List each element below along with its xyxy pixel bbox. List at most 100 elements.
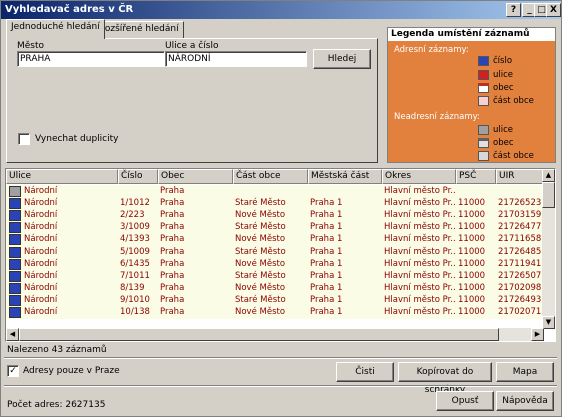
table-row[interactable]: Národní 10/138 Praha Nové Město Praha 1 Hlavn…: [6, 306, 544, 319]
table-row[interactable]: Národní 1/1012 Praha Staré Město Praha 1 Hlav…: [6, 197, 544, 211]
table-cell: Hlavní město Pr...: [384, 234, 456, 245]
copy-to-clipboard-button[interactable]: Kopírovat do schránky: [398, 362, 492, 395]
number-icon: [9, 307, 21, 318]
col-zip[interactable]: PSČ: [456, 169, 496, 184]
col-city-part[interactable]: Městská část: [308, 169, 382, 184]
map-button[interactable]: Mapa: [496, 362, 554, 382]
table-cell: Praha: [160, 186, 185, 196]
table-cell: 11000: [458, 258, 486, 269]
table-cell: Praha: [160, 234, 185, 245]
table-row[interactable]: Národní 7/1011 Praha Staré Město Praha 1 Hlav…: [6, 269, 544, 283]
table-row[interactable]: Národní 4/1393 Praha Nové Město Praha 1 Hlavn…: [6, 233, 544, 247]
number-icon: [9, 234, 21, 246]
table-cell: Praha: [160, 210, 185, 221]
table-cell: Národní: [24, 222, 58, 233]
table-row[interactable]: Národní 9/1010 Praha Staré Město Praha 1 Hlav…: [6, 293, 544, 307]
clear-button[interactable]: Čisti: [336, 362, 394, 382]
table-row[interactable]: Národní 3/1009 Praha Staré Město Praha 1 Hlav…: [6, 221, 544, 235]
table-cell: Praha 1: [310, 294, 343, 305]
table-cell: Praha 1: [310, 234, 343, 245]
number-icon: [9, 246, 21, 258]
tab-advanced-search[interactable]: Rozšířené hledání: [94, 21, 184, 38]
table-cell: Hlavní město Pr...: [384, 222, 456, 233]
number-icon: [478, 56, 489, 66]
table-cell: Nové Město: [235, 258, 286, 269]
results-table[interactable]: Ulice Číslo Obec Část obce Městská část …: [5, 168, 556, 342]
table-row[interactable]: Národní 5/1009 Praha Staré Město Praha 1 Hlav…: [6, 245, 544, 259]
table-cell: 5/1009: [120, 246, 150, 257]
table-cell: Praha: [160, 246, 185, 257]
street-input[interactable]: NÁRODNÍ: [165, 51, 307, 67]
table-cell: Národní: [24, 186, 58, 196]
search-button[interactable]: Hledej: [313, 49, 371, 69]
number-icon: [9, 198, 21, 210]
table-cell: 21726507: [498, 270, 542, 281]
tab-simple-search[interactable]: Jednoduché hledání: [6, 19, 105, 39]
table-cell: Praha: [160, 282, 185, 293]
table-header: Ulice Číslo Obec Část obce Městská část …: [6, 169, 544, 184]
table-cell: 21726485: [498, 246, 542, 257]
table-cell: Nové Město: [235, 234, 286, 245]
scroll-right-button[interactable]: ▶: [531, 328, 544, 341]
col-street[interactable]: Ulice: [6, 169, 118, 184]
divider: [4, 357, 557, 359]
table-cell: 6/1435: [120, 258, 150, 269]
table-cell: 21711941: [498, 258, 542, 269]
vertical-scrollbar[interactable]: ▲ ▼: [542, 169, 555, 329]
col-district[interactable]: Část obce: [233, 169, 308, 184]
help-title-button[interactable]: ?: [506, 3, 521, 17]
help-button[interactable]: Nápověda: [496, 391, 554, 411]
skip-duplicates-checkbox[interactable]: [18, 133, 30, 145]
legend-nonaddress-group: Neadresní záznamy:: [394, 112, 480, 122]
table-cell: 11000: [458, 282, 486, 293]
table-cell: 11000: [458, 294, 486, 305]
table-row[interactable]: Národní 8/139 Praha Nové Město Praha 1 Hlavní…: [6, 281, 544, 295]
table-cell: Hlavní město Pr...: [384, 307, 456, 317]
table-cell: Národní: [24, 258, 58, 269]
found-count: Nalezeno 43 záznamů: [7, 345, 107, 355]
number-icon: [9, 222, 21, 234]
table-cell: Praha: [160, 294, 185, 305]
prague-only-checkbox[interactable]: ✓: [7, 365, 19, 377]
horizontal-scrollbar[interactable]: ◀ ▶: [6, 328, 544, 341]
col-municipality[interactable]: Obec: [158, 169, 233, 184]
table-cell: Praha: [160, 222, 185, 233]
table-cell: [498, 185, 544, 198]
street-label: Ulice a číslo: [165, 41, 219, 51]
street-icon: [478, 70, 489, 80]
col-number[interactable]: Číslo: [118, 169, 158, 184]
table-cell: 21726523: [498, 198, 542, 209]
table-cell: 9/1010: [120, 294, 150, 305]
col-county[interactable]: Okres: [382, 169, 456, 184]
quit-button[interactable]: Opusť: [436, 391, 494, 411]
table-row[interactable]: Národní Praha Hlavní město Pr...: [6, 185, 544, 198]
scroll-left-button[interactable]: ◀: [6, 328, 19, 341]
table-cell: Národní: [24, 282, 58, 293]
table-cell: Praha 1: [310, 282, 343, 293]
table-cell: Nové Město: [235, 210, 286, 221]
address-count: Počet adres: 2627135: [7, 400, 106, 410]
table-row[interactable]: Národní 2/223 Praha Nové Město Praha 1 Hlavní…: [6, 209, 544, 223]
district-icon: [478, 96, 489, 106]
table-cell: 11000: [458, 198, 486, 209]
scroll-thumb[interactable]: [542, 182, 555, 208]
table-cell: [120, 185, 158, 198]
scroll-up-button[interactable]: ▲: [542, 169, 555, 182]
gray-municipality-icon: [478, 138, 489, 148]
col-uir[interactable]: UIR: [496, 169, 544, 184]
table-cell: 11000: [458, 270, 486, 281]
close-button[interactable]: X: [546, 3, 561, 17]
table-row[interactable]: Národní 6/1435 Praha Nové Město Praha 1 Hlavn…: [6, 257, 544, 271]
table-cell: Hlavní město Pr...: [384, 282, 456, 293]
hscroll-thumb[interactable]: [19, 328, 499, 341]
table-cell: Nové Město: [235, 282, 286, 293]
table-cell: Nové Město: [235, 307, 286, 317]
table-cell: Hlavní město Pr...: [384, 210, 456, 221]
title-bar[interactable]: Vyhledavač adres v ČR ? _ □ X: [1, 1, 561, 19]
table-cell: [310, 185, 382, 198]
table-cell: 21726477: [498, 222, 542, 233]
prague-only-label: Adresy pouze v Praze: [23, 366, 120, 376]
city-input[interactable]: PRAHA: [17, 51, 165, 67]
city-label: Město: [17, 41, 45, 51]
table-cell: Hlavní město Pr...: [384, 246, 456, 257]
